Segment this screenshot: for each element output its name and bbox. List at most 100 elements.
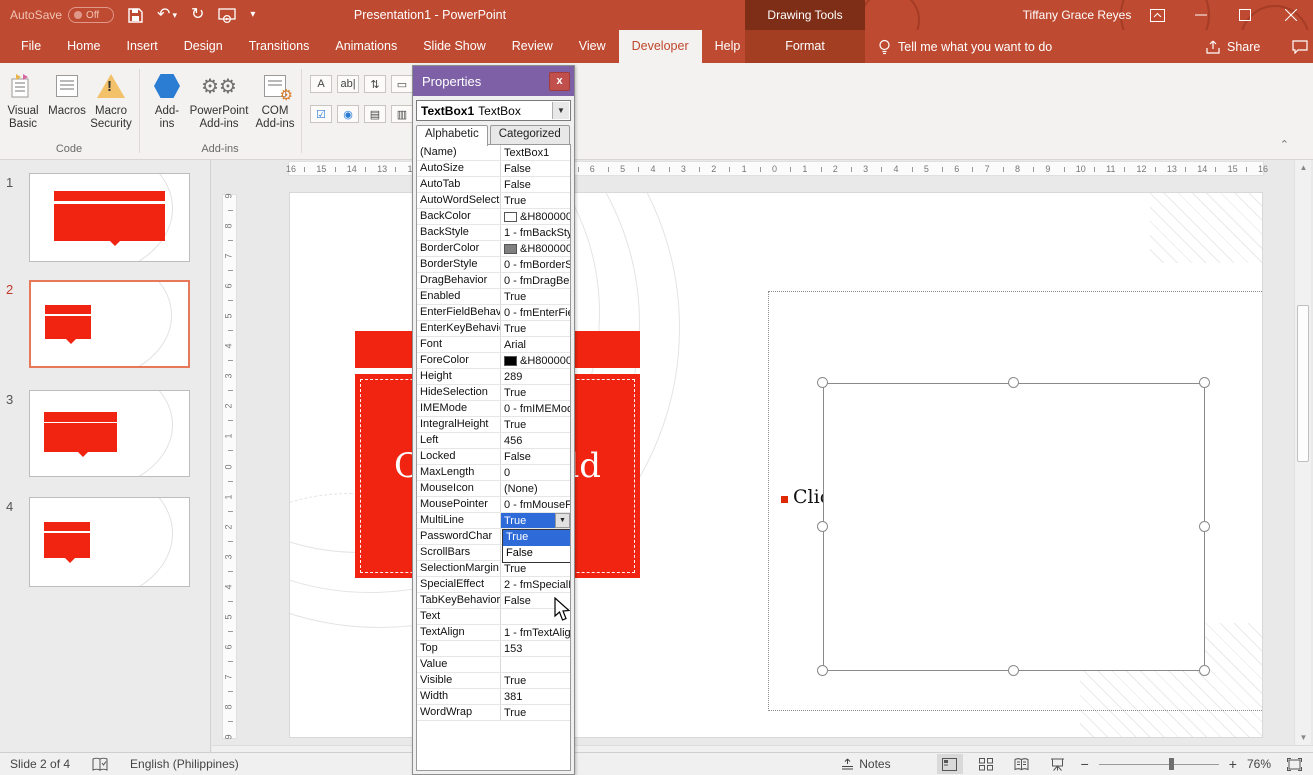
macro-security-button[interactable]: Macro Security bbox=[88, 69, 134, 141]
slide-thumbnail-2[interactable] bbox=[29, 280, 190, 368]
autosave-toggle[interactable]: AutoSave Off bbox=[10, 7, 114, 23]
resize-handle-n[interactable] bbox=[1008, 377, 1019, 388]
tab-format[interactable]: Format bbox=[745, 30, 865, 63]
property-value[interactable]: True▼ bbox=[501, 513, 570, 528]
object-selector-combobox[interactable]: TextBox1 TextBox ▼ bbox=[416, 100, 571, 121]
fit-to-window-icon[interactable] bbox=[1281, 754, 1307, 774]
property-value[interactable]: 153 bbox=[501, 641, 570, 656]
start-slideshow-icon[interactable] bbox=[218, 8, 236, 23]
slide-counter[interactable]: Slide 2 of 4 bbox=[10, 757, 70, 771]
tab-transitions[interactable]: Transitions bbox=[236, 30, 323, 63]
share-button[interactable]: Share bbox=[1205, 30, 1260, 63]
tab-slide-show[interactable]: Slide Show bbox=[410, 30, 499, 63]
dropdown-option-false[interactable]: False bbox=[503, 546, 570, 562]
resize-handle-nw[interactable] bbox=[817, 377, 828, 388]
property-value[interactable]: 2 - fmSpecialE bbox=[501, 577, 570, 592]
property-value[interactable]: 0 - fmIMEMode bbox=[501, 401, 570, 416]
tab-file[interactable]: File bbox=[8, 30, 54, 63]
zoom-slider[interactable] bbox=[1099, 754, 1219, 774]
comments-button[interactable] bbox=[1292, 30, 1308, 63]
checkbox-control-icon[interactable]: ☑ bbox=[310, 105, 332, 123]
property-value[interactable]: 0 - fmBorderSt bbox=[501, 257, 570, 272]
slide-thumbnail-3[interactable] bbox=[29, 390, 190, 477]
property-value[interactable]: &H8000000 bbox=[501, 209, 570, 224]
property-value[interactable]: 0 bbox=[501, 465, 570, 480]
customize-qat-icon[interactable]: ▾ bbox=[250, 10, 255, 20]
option-control-icon[interactable]: ◉ bbox=[337, 105, 359, 123]
powerpoint-add-ins-button[interactable]: ⚙⚙ PowerPoint Add-ins bbox=[186, 69, 252, 141]
normal-view-button[interactable] bbox=[937, 754, 963, 774]
property-value[interactable]: False bbox=[501, 449, 570, 464]
property-value[interactable]: True bbox=[501, 385, 570, 400]
properties-title-bar[interactable]: Properties x bbox=[413, 66, 574, 96]
property-value[interactable]: 1 - fmBackStyl bbox=[501, 225, 570, 240]
notes-button[interactable]: Notes bbox=[841, 757, 890, 771]
resize-handle-se[interactable] bbox=[1199, 665, 1210, 676]
horizontal-scrollbar[interactable] bbox=[212, 745, 1313, 752]
combo-dropdown-icon[interactable]: ▼ bbox=[552, 102, 569, 119]
redo-icon[interactable]: ↻ bbox=[191, 7, 204, 23]
property-value[interactable]: TextBox1 bbox=[501, 145, 570, 160]
reading-view-button[interactable] bbox=[1009, 754, 1035, 774]
zoom-out-button[interactable]: − bbox=[1081, 756, 1089, 772]
scroll-up-icon[interactable]: ▲ bbox=[1295, 163, 1312, 172]
slide-thumbnail-4[interactable] bbox=[29, 497, 190, 587]
collapse-ribbon-icon[interactable]: ⌃ bbox=[1280, 138, 1289, 151]
property-value[interactable]: True bbox=[501, 321, 570, 336]
scroll-down-icon[interactable]: ▼ bbox=[1295, 733, 1312, 742]
zoom-level[interactable]: 76% bbox=[1247, 757, 1271, 771]
spellcheck-icon[interactable] bbox=[92, 757, 108, 772]
resize-handle-w[interactable] bbox=[817, 521, 828, 532]
properties-tab-alphabetic[interactable]: Alphabetic bbox=[416, 125, 488, 146]
slide-sorter-view-button[interactable] bbox=[973, 754, 999, 774]
tab-insert[interactable]: Insert bbox=[114, 30, 171, 63]
slide-thumbnail-1[interactable] bbox=[29, 173, 190, 262]
property-value[interactable]: True bbox=[501, 673, 570, 688]
scrollbar-thumb[interactable] bbox=[1297, 305, 1309, 462]
add-ins-button[interactable]: Add- ins bbox=[144, 69, 190, 141]
restore-icon[interactable] bbox=[1228, 0, 1262, 30]
dropdown-button-icon[interactable]: ▼ bbox=[555, 513, 570, 528]
property-value[interactable]: 381 bbox=[501, 689, 570, 704]
combobox-control-icon[interactable]: ▥ bbox=[391, 105, 413, 123]
listbox-control-icon[interactable]: ▤ bbox=[364, 105, 386, 123]
multiline-dropdown-list[interactable]: TrueFalse bbox=[502, 529, 571, 563]
property-value[interactable]: False bbox=[501, 161, 570, 176]
zoom-in-button[interactable]: + bbox=[1229, 756, 1237, 772]
properties-close-icon[interactable]: x bbox=[549, 72, 570, 91]
spin-control-icon[interactable]: ⇅ bbox=[364, 75, 386, 93]
tab-home[interactable]: Home bbox=[54, 30, 113, 63]
property-value[interactable]: False bbox=[501, 177, 570, 192]
close-icon[interactable] bbox=[1274, 0, 1308, 30]
property-value[interactable]: 0 - fmMousePo bbox=[501, 497, 570, 512]
property-value[interactable]: True bbox=[501, 417, 570, 432]
minimize-icon[interactable] bbox=[1184, 0, 1218, 30]
button-control-icon[interactable]: ▭ bbox=[391, 75, 413, 93]
tab-developer[interactable]: Developer bbox=[619, 30, 702, 63]
property-value[interactable]: 456 bbox=[501, 433, 570, 448]
macros-button[interactable]: Macros bbox=[44, 69, 90, 141]
user-account[interactable]: Tiffany Grace Reyes bbox=[1012, 0, 1142, 30]
properties-tab-categorized[interactable]: Categorized bbox=[490, 125, 570, 145]
property-value[interactable]: 0 - fmDragBeh bbox=[501, 273, 570, 288]
tab-animations[interactable]: Animations bbox=[322, 30, 410, 63]
property-value[interactable]: 1 - fmTextAlig bbox=[501, 625, 570, 640]
property-value[interactable]: (None) bbox=[501, 481, 570, 496]
zoom-slider-thumb[interactable] bbox=[1169, 758, 1174, 770]
textbox1-control[interactable] bbox=[823, 383, 1205, 671]
visual-basic-button[interactable]: Visual Basic bbox=[0, 69, 46, 141]
property-value[interactable]: 289 bbox=[501, 369, 570, 384]
save-icon[interactable] bbox=[128, 8, 143, 23]
A-control-icon[interactable]: A bbox=[310, 75, 332, 93]
property-value[interactable]: 0 - fmEnterFie bbox=[501, 305, 570, 320]
property-value[interactable]: True bbox=[501, 289, 570, 304]
undo-icon[interactable]: ↶▾ bbox=[157, 7, 177, 23]
vertical-scrollbar[interactable]: ▲ ▼ bbox=[1294, 160, 1311, 745]
abl-control-icon[interactable]: ab| bbox=[337, 75, 359, 93]
property-value[interactable]: &H8000000 bbox=[501, 353, 570, 368]
property-value[interactable] bbox=[501, 657, 570, 672]
slideshow-view-button[interactable] bbox=[1045, 754, 1071, 774]
tell-me-box[interactable]: Tell me what you want to do bbox=[878, 30, 1052, 63]
dropdown-option-true[interactable]: True bbox=[503, 530, 570, 546]
property-value[interactable]: Arial bbox=[501, 337, 570, 352]
